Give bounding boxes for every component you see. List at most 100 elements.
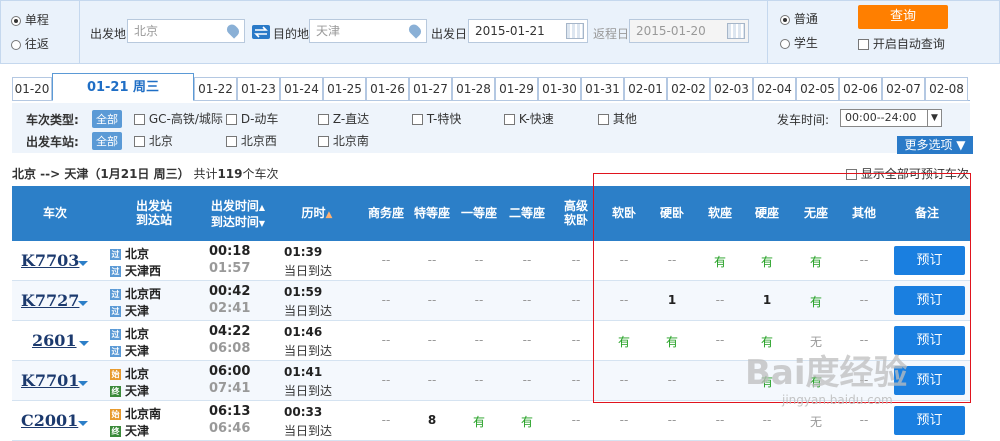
trip-roundtrip-option[interactable]: 往返 [11,35,49,52]
date-tab[interactable]: 01-27 [409,77,452,101]
chevron-down-icon[interactable] [79,341,89,346]
filter-option[interactable]: Z-直达 [318,110,369,127]
train-number-link[interactable]: K7701 [21,371,79,390]
date-tab[interactable]: 02-06 [839,77,882,101]
chevron-down-icon[interactable] [78,421,88,426]
filter-checkbox[interactable] [134,136,145,147]
filter-option[interactable]: 其他 [598,110,637,127]
date-tab[interactable]: 02-03 [710,77,753,101]
date-tab[interactable]: 02-05 [796,77,839,101]
depart-time-select[interactable]: 00:00--24:00 ▼ [840,109,942,127]
seat-availability: -- [474,373,484,387]
all-stations-badge[interactable]: 全部 [92,132,122,150]
date-tab[interactable]: 01-26 [366,77,409,101]
station-type-icon: 始 [110,369,121,380]
filter-checkbox[interactable] [504,114,515,125]
date-tab[interactable]: 01-23 [237,77,280,101]
arrive-time: 06:08 [209,341,251,356]
from-station-name: 北京西 [125,287,162,301]
date-tab[interactable]: 02-01 [624,77,667,101]
filter-option-label: 北京 [148,134,173,148]
date-tab[interactable]: 01-28 [452,77,495,101]
filter-option[interactable]: D-动车 [226,110,278,127]
chevron-down-icon[interactable] [78,261,88,266]
seat-availability: -- [381,373,391,387]
seat-availability: -- [427,333,437,347]
filter-checkbox[interactable] [226,136,237,147]
filter-option[interactable]: 北京 [134,132,173,149]
date-tab[interactable]: 01-31 [581,77,624,101]
filter-checkbox[interactable] [318,136,329,147]
book-button[interactable]: 预订 [894,406,965,435]
seat-availability: 8 [427,413,437,427]
col-duration[interactable]: 历时▲ [287,206,347,222]
query-button[interactable]: 查询 [858,5,948,29]
arrive-time: 02:41 [209,301,251,316]
passenger-normal-option[interactable]: 普通 [780,10,818,27]
seat-availability: -- [474,253,484,267]
to-station: 过天津 [110,302,149,319]
depart-time: 04:22 [209,324,251,339]
date-tab[interactable]: 01-25 [323,77,366,101]
date-tab[interactable]: 01-21 周三 [52,73,194,101]
auto-query-option[interactable]: 开启自动查询 [858,35,945,52]
chevron-down-icon[interactable] [78,301,88,306]
trip-oneway-option[interactable]: 单程 [11,11,49,28]
return-date-value: 2015-01-20 [636,24,706,38]
from-station: 过北京西 [110,285,161,302]
chevron-down-icon[interactable]: ▼ [927,110,941,126]
col-times[interactable]: 出发时间▲ 到达时间▼ [202,199,274,231]
student-radio[interactable] [780,38,790,49]
depart-time: 00:42 [209,284,251,299]
normal-radio[interactable] [780,14,790,25]
seat-availability: -- [522,253,532,267]
filter-option[interactable]: GC-高铁/城际 [134,110,223,127]
date-tab[interactable]: 01-22 [194,77,237,101]
train-number-link[interactable]: K7703 [21,251,79,270]
filter-checkbox[interactable] [412,114,423,125]
date-tab[interactable]: 02-08 [925,77,968,101]
filter-checkbox[interactable] [318,114,329,125]
passenger-student-option[interactable]: 学生 [780,34,818,51]
date-tab[interactable]: 01-30 [538,77,581,101]
filter-checkbox[interactable] [226,114,237,125]
seat-availability: -- [667,413,677,427]
calendar-icon[interactable] [566,23,584,39]
depart-time-value: 00:00--24:00 [845,111,917,124]
chevron-down-icon[interactable] [78,381,88,386]
calendar-icon-2[interactable] [727,23,745,39]
filter-checkbox[interactable] [134,114,145,125]
date-tab[interactable]: 01-29 [495,77,538,101]
sort-asc-icon: ▲ [325,210,333,220]
date-tab[interactable]: 01-24 [280,77,323,101]
oneway-radio[interactable] [11,15,21,26]
train-number-link[interactable]: K7727 [21,291,79,310]
filter-checkbox[interactable] [598,114,609,125]
date-tab[interactable]: 02-07 [882,77,925,101]
train-number-link[interactable]: C2001 [21,411,78,430]
roundtrip-radio[interactable] [11,39,21,50]
date-tab[interactable]: 02-02 [667,77,710,101]
from-label: 出发地 [90,27,127,41]
to-station: 过天津西 [110,262,161,279]
date-tab[interactable]: 01-20 [12,77,52,101]
filter-option[interactable]: 北京南 [318,132,369,149]
filter-option-label: K-快速 [518,112,554,126]
col-station-to: 到达站 [135,213,172,227]
all-types-badge[interactable]: 全部 [92,110,122,128]
filter-option[interactable]: 北京西 [226,132,277,149]
filter-option[interactable]: K-快速 [504,110,554,127]
date-tab[interactable]: 02-04 [753,77,796,101]
train-number-link[interactable]: 2601 [32,331,77,350]
more-options-button[interactable]: 更多选项 ▼ [897,136,973,154]
to-label: 目的地 [273,27,310,41]
auto-query-checkbox[interactable] [858,39,869,50]
col-station-from: 出发站 [135,199,172,213]
roundtrip-label: 往返 [24,37,49,51]
divider [79,1,80,63]
filter-option[interactable]: T-特快 [412,110,461,127]
swap-icon[interactable] [252,25,270,39]
train-type-label: 车次类型: [26,113,79,127]
station-type-icon: 过 [110,266,121,277]
seat-availability: -- [571,413,581,427]
